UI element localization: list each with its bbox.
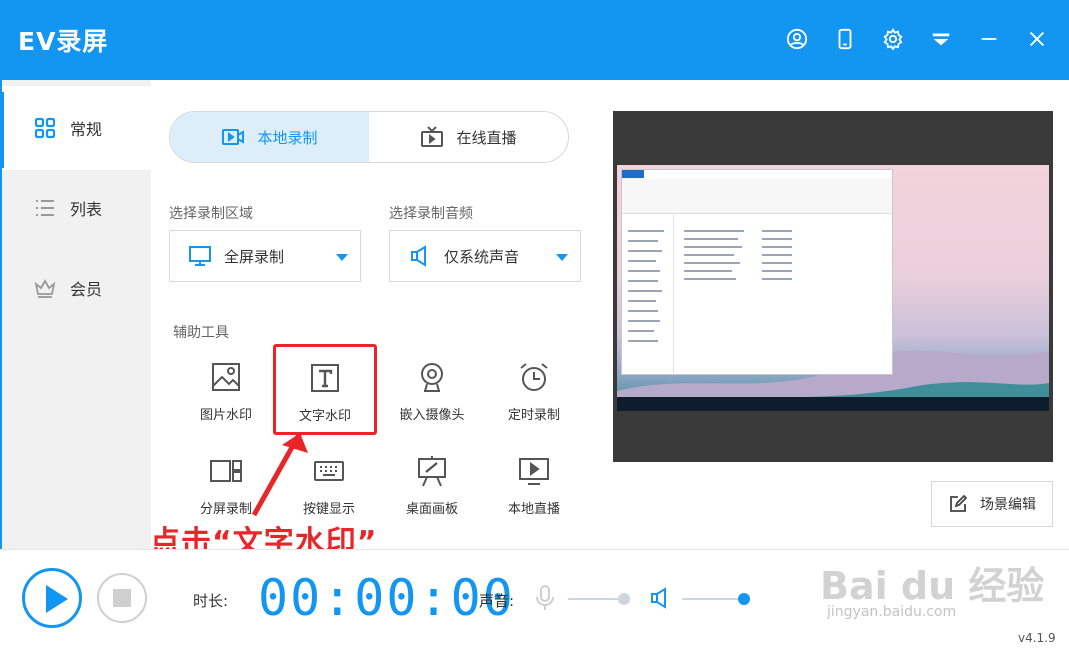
- phone-icon[interactable]: [832, 26, 858, 52]
- area-select[interactable]: 全屏录制: [169, 230, 361, 282]
- list-icon: [34, 197, 56, 219]
- mode-tabs: 本地录制 在线直播: [169, 111, 569, 163]
- audio-label: 选择录制音频: [389, 206, 473, 222]
- chevron-down-icon: [336, 254, 348, 261]
- speaker-icon[interactable]: [650, 587, 670, 609]
- chevron-down-icon: [556, 254, 568, 261]
- monitor-icon: [189, 246, 211, 266]
- tool-scheduled-record[interactable]: 定时录制: [482, 350, 586, 438]
- split-screen-icon: [210, 460, 242, 482]
- sidebar-item-general[interactable]: 常规: [0, 86, 151, 170]
- speaker-icon: [411, 245, 426, 267]
- settings-icon[interactable]: [880, 26, 906, 52]
- desktop-thumbnail: [617, 165, 1049, 411]
- image-icon: [212, 363, 240, 391]
- edit-icon: [950, 494, 968, 512]
- tool-label: 嵌入摄像头: [399, 408, 465, 423]
- explorer-window-thumbnail: [621, 169, 893, 375]
- annotation-arrow: [251, 431, 308, 517]
- ev-recorder-window: EV录屏 常规 列表 会员 本地录制 在线直播 选择录制区域 全屏录制 选择录制…: [0, 0, 1069, 650]
- tool-label: 图片水印: [199, 408, 252, 423]
- alarm-icon: [520, 363, 548, 391]
- preview-panel: [613, 111, 1053, 462]
- version-label: v4.1.9: [1018, 631, 1056, 645]
- title-bar: EV录屏: [0, 0, 1069, 80]
- play-screen-icon: [519, 458, 549, 485]
- tools-label: 辅助工具: [173, 325, 229, 341]
- sidebar-item-list[interactable]: 列表: [0, 166, 151, 250]
- sidebar-item-label: 常规: [70, 120, 103, 139]
- area-label: 选择录制区域: [169, 206, 253, 222]
- area-value: 全屏录制: [224, 247, 285, 266]
- record-icon: [222, 129, 245, 145]
- tab-label: 本地录制: [257, 128, 318, 147]
- audio-select[interactable]: 仅系统声音: [389, 230, 581, 282]
- minimize-icon[interactable]: [976, 26, 1002, 52]
- sidebar: 常规 列表 会员: [0, 80, 151, 549]
- tool-label: 文字水印: [298, 409, 351, 424]
- user-icon[interactable]: [784, 26, 810, 52]
- tab-label: 在线直播: [456, 128, 517, 147]
- close-icon[interactable]: [1024, 26, 1050, 52]
- mic-slider-knob[interactable]: [617, 593, 630, 605]
- scene-edit-label: 场景编辑: [980, 497, 1036, 513]
- sidebar-item-member[interactable]: 会员: [0, 246, 151, 330]
- text-icon: [311, 364, 339, 392]
- audio-value: 仅系统声音: [444, 247, 520, 266]
- grid-icon: [34, 117, 56, 139]
- tool-webcam[interactable]: 嵌入摄像头: [380, 350, 484, 438]
- taskbar-thumbnail: [617, 397, 1049, 411]
- tv-icon: [421, 126, 444, 147]
- timer-display: 00:00:00: [258, 569, 515, 627]
- tool-text-watermark[interactable]: 文字水印: [273, 344, 377, 435]
- baidu-watermark-url: jingyan.baidu.com: [827, 604, 957, 620]
- duration-label: 时长:: [193, 592, 229, 610]
- tool-desktop-board[interactable]: 桌面画板: [380, 444, 484, 532]
- webcam-icon: [421, 363, 443, 392]
- crown-icon: [34, 277, 56, 299]
- baidu-watermark: Bai du 经验: [820, 564, 1045, 608]
- microphone-icon[interactable]: [535, 585, 555, 611]
- speaker-slider-knob[interactable]: [738, 593, 750, 605]
- tool-local-live[interactable]: 本地直播: [482, 444, 586, 532]
- skin-icon[interactable]: [928, 26, 954, 52]
- sidebar-item-label: 列表: [70, 200, 103, 219]
- tool-label: 本地直播: [507, 502, 560, 517]
- volume-label: 声音:: [479, 592, 515, 610]
- tab-local-record[interactable]: 本地录制: [170, 112, 369, 162]
- tool-label: 定时录制: [507, 408, 560, 423]
- tool-label: 桌面画板: [405, 502, 458, 517]
- easel-icon: [418, 456, 446, 487]
- app-title: EV录屏: [18, 27, 109, 56]
- scene-edit-button[interactable]: 场景编辑: [931, 481, 1053, 527]
- stop-button[interactable]: [97, 573, 147, 623]
- speaker-slider[interactable]: [682, 598, 744, 600]
- play-button[interactable]: [22, 568, 82, 628]
- tab-live-stream[interactable]: 在线直播: [369, 112, 568, 162]
- sidebar-item-label: 会员: [70, 280, 103, 299]
